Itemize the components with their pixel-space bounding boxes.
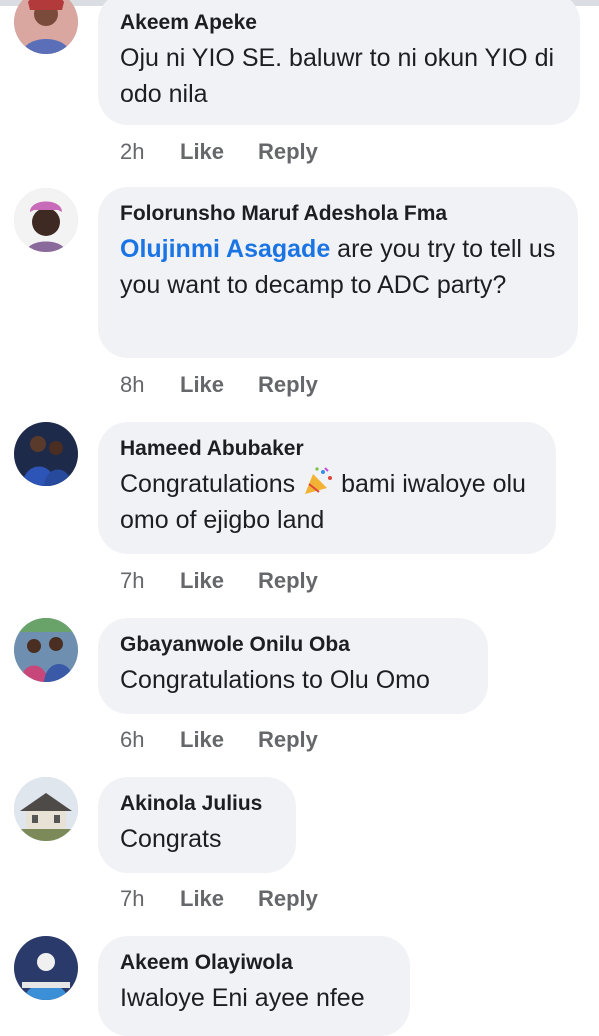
avatar[interactable] xyxy=(14,422,78,486)
comment-author[interactable]: Akeem Apeke xyxy=(120,10,558,36)
person-avatar-icon xyxy=(14,422,78,486)
person-avatar-icon xyxy=(14,936,78,1000)
avatar[interactable] xyxy=(14,777,78,841)
comment-bubble: Akinola Julius Congrats xyxy=(98,777,296,873)
comment-bubble: Akeem Apeke Oju ni YIO SE. baluwr to ni … xyxy=(98,0,580,125)
like-button[interactable]: Like xyxy=(180,725,258,755)
person-avatar-icon xyxy=(14,0,78,54)
comment-bubble: Hameed Abubaker Congratulations bami iwal… xyxy=(98,422,556,554)
comment-time[interactable]: 6h xyxy=(120,725,180,755)
comment-text: Congratulations to Olu Omo xyxy=(120,666,430,694)
comment-time[interactable]: 8h xyxy=(120,370,180,400)
like-button[interactable]: Like xyxy=(180,370,258,400)
reply-button[interactable]: Reply xyxy=(258,566,318,596)
comment-author[interactable]: Akeem Olayiwola xyxy=(120,950,388,976)
avatar[interactable] xyxy=(14,188,78,252)
comment-author[interactable]: Folorunsho Maruf Adeshola Fma xyxy=(120,201,556,227)
mention-link[interactable]: Olujinmi Asagade xyxy=(120,235,330,263)
comment-actions: 8h Like Reply xyxy=(120,370,318,400)
like-button[interactable]: Like xyxy=(180,884,258,914)
comment-text: Congratulations bami iwaloye olu omo of e… xyxy=(120,466,534,538)
like-button[interactable]: Like xyxy=(180,566,258,596)
comment-time[interactable]: 2h xyxy=(120,137,180,167)
comment-time[interactable]: 7h xyxy=(120,566,180,596)
comment-text: Oju ni YIO SE. baluwr to ni okun YIO di … xyxy=(120,44,555,108)
reply-button[interactable]: Reply xyxy=(258,137,318,167)
person-avatar-icon xyxy=(14,618,78,682)
comment-bubble: Akeem Olayiwola Iwaloye Eni ayee nfee xyxy=(98,936,410,1036)
comment-bubble: Folorunsho Maruf Adeshola Fma Olujinmi A… xyxy=(98,187,578,358)
comment-author[interactable]: Akinola Julius xyxy=(120,791,274,817)
avatar[interactable] xyxy=(14,0,78,54)
comment-actions: 6h Like Reply xyxy=(120,725,318,755)
comment-text: Congrats xyxy=(120,825,222,853)
avatar[interactable] xyxy=(14,618,78,682)
reply-button[interactable]: Reply xyxy=(258,884,318,914)
party-popper-icon xyxy=(301,466,335,496)
comment-time[interactable]: 7h xyxy=(120,884,180,914)
comment-author[interactable]: Gbayanwole Onilu Oba xyxy=(120,632,466,658)
comment-actions: 7h Like Reply xyxy=(120,884,318,914)
reply-button[interactable]: Reply xyxy=(258,725,318,755)
comment-text: Olujinmi Asagade are you try to tell us … xyxy=(120,231,556,303)
comment-text-before: Congratulations xyxy=(120,470,296,498)
avatar[interactable] xyxy=(14,936,78,1000)
comment-text: Iwaloye Eni ayee nfee xyxy=(120,984,365,1012)
reply-button[interactable]: Reply xyxy=(258,370,318,400)
comment-actions: 7h Like Reply xyxy=(120,566,318,596)
comment-bubble: Gbayanwole Onilu Oba Congratulations to … xyxy=(98,618,488,714)
like-button[interactable]: Like xyxy=(180,137,258,167)
person-avatar-icon xyxy=(14,188,78,252)
house-avatar-icon xyxy=(14,777,78,841)
comment-actions: 2h Like Reply xyxy=(120,137,318,167)
comment-author[interactable]: Hameed Abubaker xyxy=(120,436,534,462)
